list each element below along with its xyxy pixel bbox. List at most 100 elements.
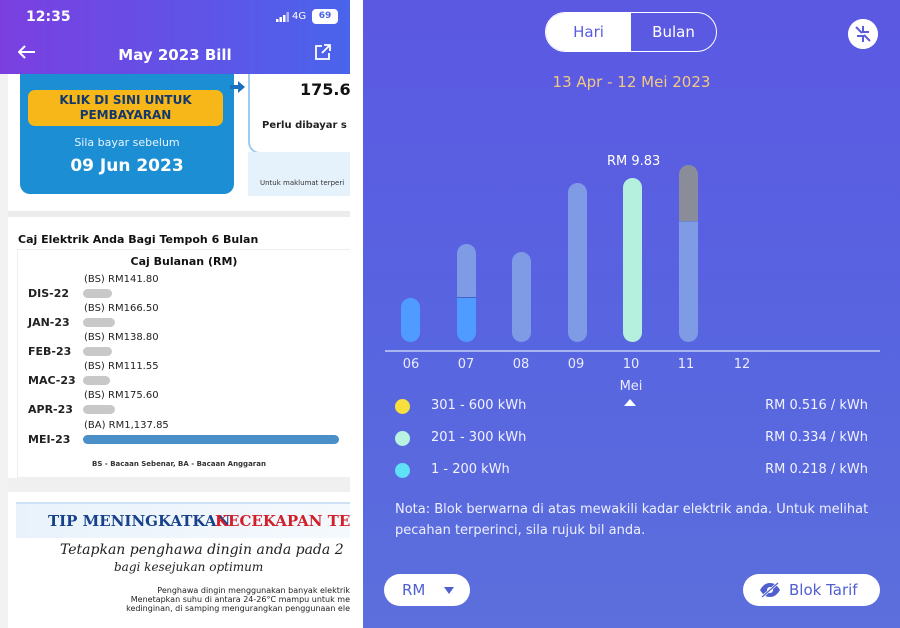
network-type: 4G [292, 11, 307, 22]
pay-now-button[interactable]: KLIK DI SINI UNTUK PEMBAYARAN [28, 90, 223, 126]
charge-value: (BS) RM141.80 [84, 274, 159, 285]
charge-bar [83, 347, 112, 356]
usage-screen: Hari Bulan 13 Apr - 12 Mei 2023 RM 9.83 … [363, 0, 900, 628]
tier-range: 301 - 600 kWh [431, 398, 527, 413]
x-tick-label[interactable]: 06 [396, 357, 426, 372]
tier-color-dot [395, 431, 410, 446]
tier-color-dot [395, 399, 410, 414]
bar-09[interactable] [568, 183, 587, 342]
bar-07[interactable] [457, 244, 476, 342]
share-icon[interactable] [314, 43, 332, 61]
usage-note: Nota: Blok berwarna di atas mewakili kad… [395, 502, 869, 538]
x-tick-label[interactable]: 09 [561, 357, 591, 372]
chevron-down-icon [444, 587, 454, 594]
month-label: Mei [619, 379, 643, 394]
charge-value: (BA) RM1,137.85 [84, 420, 169, 431]
x-tick-label[interactable]: 08 [506, 357, 536, 372]
due-note: Sila bayar sebelum [74, 136, 180, 149]
selected-value-label: RM 9.83 [607, 154, 661, 169]
tariff-label: Blok Tarif [789, 581, 858, 599]
bar-08-base [512, 252, 531, 342]
charge-row: APR-23 (BS) RM175.60 [18, 390, 350, 420]
bar-10-base [623, 178, 642, 342]
tariff-row: 201 - 300 kWh RM 0.334 / kWh [363, 428, 900, 448]
bar-08[interactable] [512, 252, 531, 342]
bill-screen: 12:35 4G 69 May 2023 Bill KLIK DI SINI U… [0, 0, 350, 628]
toggle-day[interactable]: Hari [546, 13, 631, 51]
period-toggle: Hari Bulan [545, 12, 717, 52]
x-tick-label[interactable]: 12 [727, 357, 757, 372]
toggle-month[interactable]: Bulan [631, 13, 716, 51]
pay-button-line1: KLIK DI SINI UNTUK [59, 93, 192, 107]
bar-06[interactable] [401, 298, 420, 342]
amount-card: 175.60 Perlu dibayar s [248, 74, 350, 154]
tip-body-line: Menetapkan suhu di antara 24-26°C mampu … [130, 595, 350, 604]
bar-11-top [679, 165, 698, 222]
charge-value: (BS) RM175.60 [84, 390, 159, 401]
charge-bar [83, 435, 339, 444]
bar-11-base [679, 222, 698, 342]
amount-due: 175.60 [300, 80, 350, 99]
charge-row: FEB-23 (BS) RM138.80 [18, 332, 350, 362]
x-tick-label[interactable]: 10 [616, 357, 646, 372]
charge-month: MEI-23 [28, 433, 71, 446]
reading-legend: BS - Bacaan Sebenar, BA - Bacaan Anggara… [92, 460, 266, 468]
status-time: 12:35 [26, 9, 71, 25]
tier-range: 201 - 300 kWh [431, 430, 527, 445]
payment-card: KLIK DI SINI UNTUK PEMBAYARAN Sila bayar… [20, 74, 234, 194]
charge-bar [83, 405, 115, 414]
bar-07-base [457, 298, 476, 342]
charge-bar [83, 376, 110, 385]
bar-06-base [401, 298, 420, 342]
charges-table-title: Caj Bulanan (RM) [130, 255, 238, 268]
monthly-charges-table: Caj Bulanan (RM) DIS-22 (BS) RM141.80 JA… [18, 250, 350, 477]
tariff-row: 301 - 600 kWh RM 0.516 / kWh [363, 396, 900, 416]
unit-dropdown[interactable]: RM [384, 574, 470, 606]
tip-headline: Tetapkan penghawa dingin anda pada 2 [60, 542, 344, 558]
charge-month: APR-23 [28, 403, 73, 416]
tip-body-line: kedinginan, di samping mengurangkan peng… [126, 604, 350, 613]
eye-off-icon [760, 582, 780, 598]
x-tick-label[interactable]: 07 [451, 357, 481, 372]
period-range: 13 Apr - 12 Mei 2023 [552, 73, 711, 91]
charge-month: MAC-23 [28, 374, 76, 387]
charge-bar [83, 289, 112, 298]
bill-title: May 2023 Bill [118, 46, 232, 64]
charge-value: (BS) RM138.80 [84, 332, 159, 343]
tier-range: 1 - 200 kWh [431, 462, 510, 477]
signal-icon [276, 12, 289, 22]
charge-bar [83, 318, 115, 327]
tariff-block-button[interactable]: Blok Tarif [743, 574, 880, 606]
charge-row: DIS-22 (BS) RM141.80 [18, 274, 350, 304]
amount-label: Perlu dibayar s [262, 120, 347, 131]
collapse-icon[interactable] [848, 19, 878, 49]
tip-body: Penghawa dingin menggunakan banyak elekt… [34, 586, 350, 613]
charge-row: MEI-23 (BA) RM1,137.85 [18, 420, 350, 450]
charge-month: FEB-23 [28, 345, 72, 358]
tip-title-part2: KECEKAPAN TE [215, 512, 350, 530]
charges-section-title: Caj Elektrik Anda Bagi Tempoh 6 Bulan [18, 233, 259, 246]
screen-divider [350, 0, 363, 628]
bar-09-base [568, 183, 587, 342]
tip-subheadline: bagi kesejukan optimum [114, 560, 264, 574]
bar-11[interactable] [679, 165, 698, 342]
right-arrow-icon [230, 81, 245, 93]
tariff-row: 1 - 200 kWh RM 0.218 / kWh [363, 460, 900, 480]
info-text: Untuk maklumat terperi [260, 179, 345, 187]
tier-color-dot [395, 463, 410, 478]
charge-row: MAC-23 (BS) RM111.55 [18, 361, 350, 391]
bill-top-bar: 12:35 4G 69 May 2023 Bill [0, 0, 350, 74]
x-tick-label[interactable]: 11 [671, 357, 701, 372]
charge-month: DIS-22 [28, 287, 70, 300]
charge-month: JAN-23 [28, 316, 70, 329]
tier-price: RM 0.334 / kWh [765, 430, 868, 445]
bar-10[interactable] [623, 178, 642, 342]
bar-07-top [457, 244, 476, 298]
charge-value: (BS) RM166.50 [84, 303, 159, 314]
tip-body-line: Penghawa dingin menggunakan banyak elekt… [157, 586, 350, 595]
tier-price: RM 0.516 / kWh [765, 398, 868, 413]
chart-baseline [385, 350, 880, 352]
bill-document: KLIK DI SINI UNTUK PEMBAYARAN Sila bayar… [8, 74, 350, 628]
unit-label: RM [402, 581, 426, 599]
info-card: Untuk maklumat terperi [248, 152, 350, 196]
